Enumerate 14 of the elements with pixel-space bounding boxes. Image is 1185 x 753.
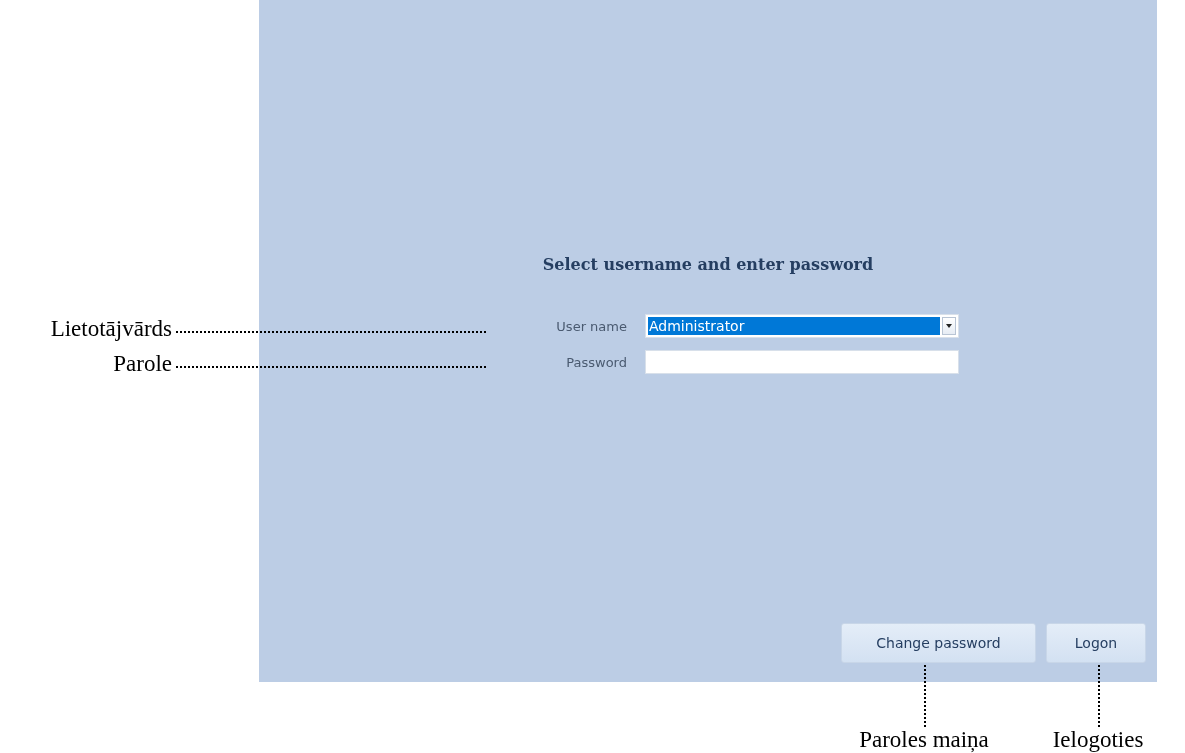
dialog-button[interactable]: Change password <box>841 623 1036 663</box>
callout-label: Parole <box>113 352 172 375</box>
leader-line <box>1098 665 1100 727</box>
callout-label: Lietotājvārds <box>50 317 172 340</box>
dialog-title: Select username and enter password <box>542 255 874 274</box>
username-dropdown[interactable]: Administrator <box>645 314 959 338</box>
callout-label: Ielogoties <box>1052 728 1144 751</box>
dialog-button[interactable]: Logon <box>1046 623 1146 663</box>
leader-line <box>924 665 926 727</box>
field-label: Password <box>565 354 627 370</box>
caret-icon[interactable] <box>942 317 956 335</box>
field-label: User name <box>555 318 627 334</box>
callout-label: Paroles maiņa <box>859 728 989 751</box>
password-field[interactable] <box>645 350 959 374</box>
